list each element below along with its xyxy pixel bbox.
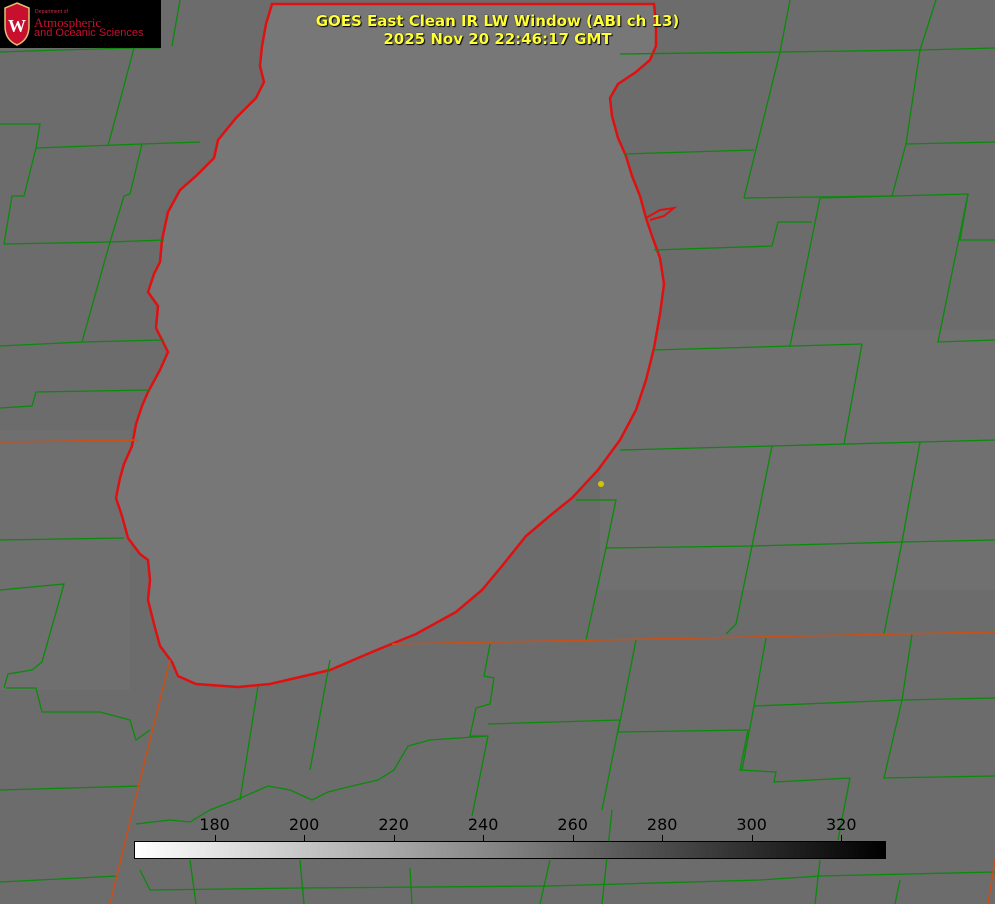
colorbar-tick-label: 300 (736, 815, 767, 834)
colorbar-tick-label: 200 (288, 815, 320, 834)
title-product: GOES East Clean IR LW Window (ABI ch 13) (315, 12, 680, 30)
title-timestamp: 2025 Nov 20 22:46:17 GMT (383, 30, 612, 48)
station-marker (598, 481, 604, 487)
satellite-image-view: W Department of Atmospheric and Oceanic … (0, 0, 995, 904)
colorbar-tick-label: 240 (467, 815, 499, 834)
colorbar-tick-label: 320 (825, 815, 857, 834)
colorbar-tick-label: 280 (646, 815, 678, 834)
colorbar-tick-label: 220 (378, 815, 409, 834)
cloud-band (600, 330, 995, 590)
temperature-colorbar (134, 841, 886, 859)
colorbar-tick-label: 260 (557, 815, 588, 834)
cloud-band (0, 430, 130, 690)
ir-satellite-map (0, 0, 995, 904)
colorbar-tick-label: 180 (199, 815, 230, 834)
image-title: GOES East Clean IR LW Window (ABI ch 13)… (0, 12, 995, 48)
